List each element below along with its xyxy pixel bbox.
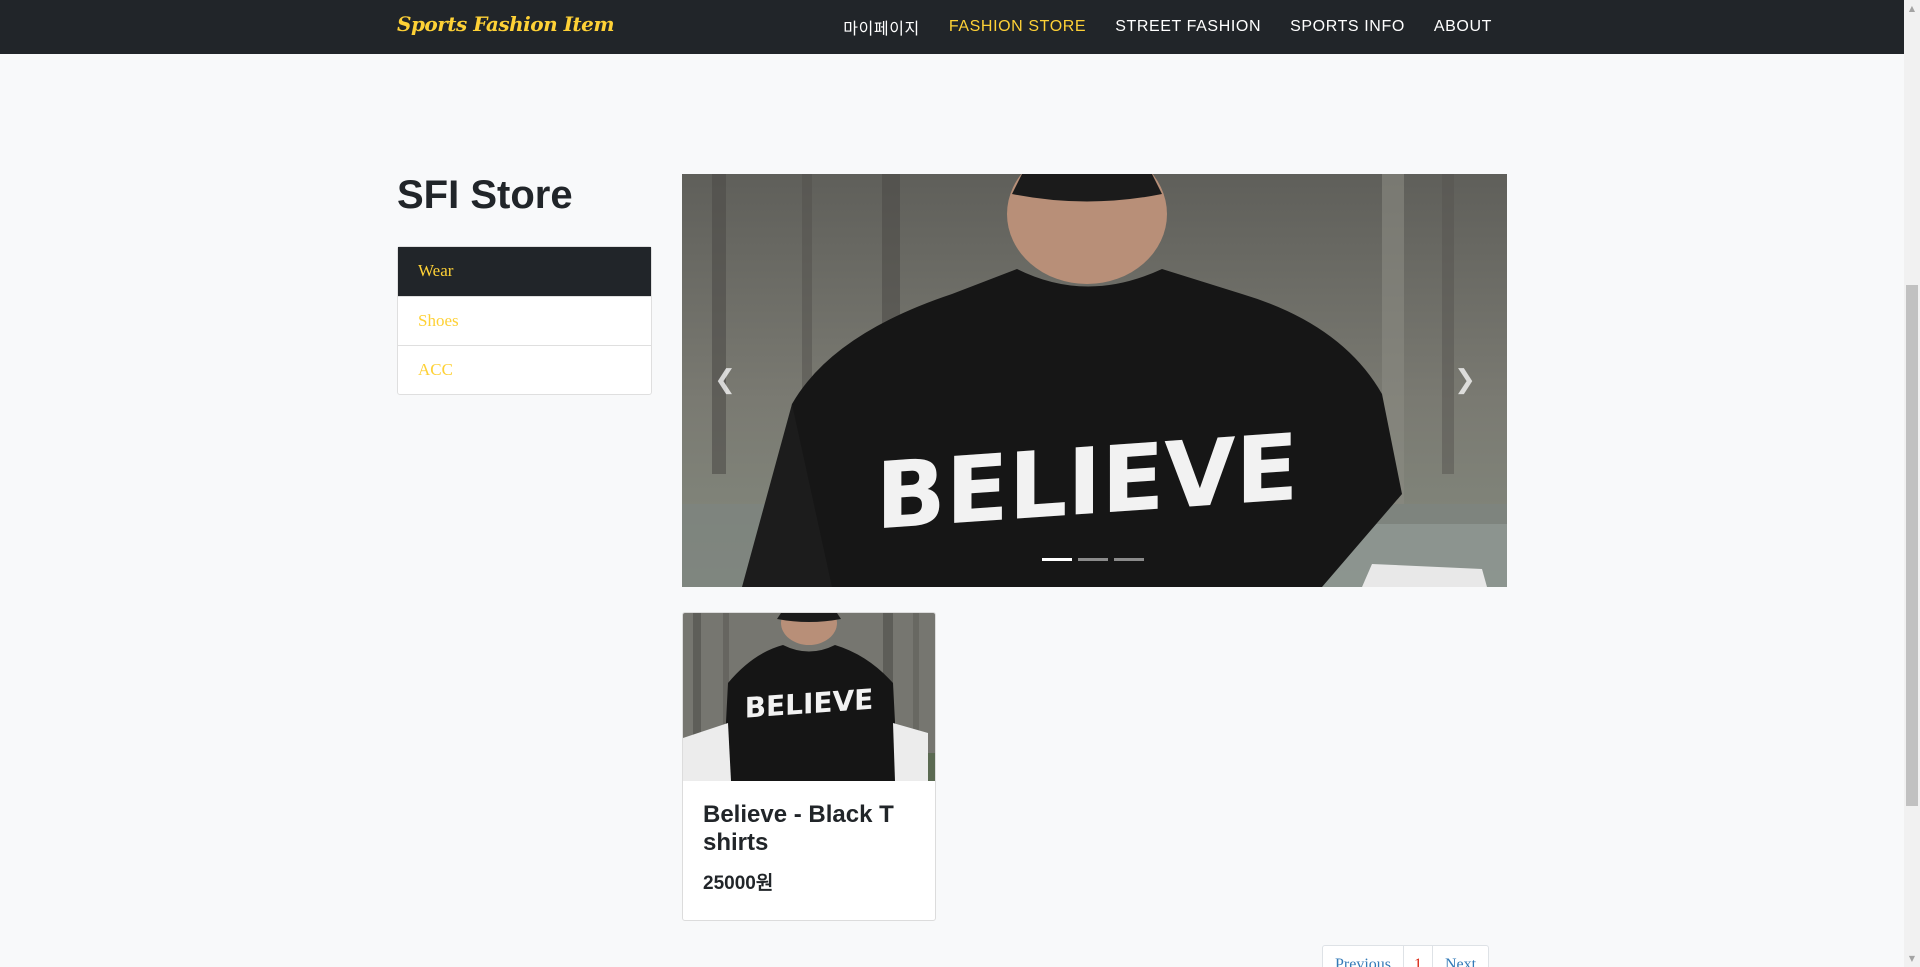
nav-link-street-fashion[interactable]: STREET FASHION [1115,18,1261,36]
product-carousel: BELIEVE ❮ ❯ [682,174,1507,587]
carousel-indicator[interactable] [1042,558,1072,561]
pagination-previous[interactable]: Previous [1323,946,1403,967]
category-item-acc[interactable]: ACC [398,345,651,394]
category-item-wear[interactable]: Wear [398,247,651,296]
scrollbar-thumb[interactable] [1906,285,1918,806]
nav-link-mypage[interactable]: 마이페이지 [843,15,920,39]
carousel-next-button[interactable]: ❯ [1445,355,1485,405]
chevron-right-icon: ❯ [1454,365,1476,395]
pagination: Previous 1 Next [1322,945,1490,967]
chevron-left-icon: ❮ [714,365,736,395]
nav-link-fashion-store[interactable]: FASHION STORE [949,18,1086,36]
category-list: Wear Shoes ACC [397,246,652,395]
scroll-down-arrow-icon[interactable]: ▼ [1904,950,1920,967]
page-title: SFI Store [397,173,573,217]
carousel-indicator[interactable] [1114,558,1144,561]
carousel-prev-button[interactable]: ❮ [705,355,745,405]
scroll-up-arrow-icon[interactable]: ▲ [1904,0,1920,17]
nav-links: 마이페이지 FASHION STORE STREET FASHION SPORT… [814,0,1492,54]
carousel-indicators [1042,558,1150,561]
carousel-slide-image: BELIEVE [682,174,1507,587]
product-image: BELIEVE [683,613,935,781]
top-navbar: Sports Fashion Item 마이페이지 FASHION STORE … [0,0,1904,54]
pagination-page-1[interactable]: 1 [1403,946,1432,967]
product-price: 25000원 [703,873,774,894]
carousel-indicator[interactable] [1078,558,1108,561]
category-item-shoes[interactable]: Shoes [398,296,651,345]
product-card[interactable]: BELIEVE Believe - Black T shirts 25000원 [682,612,936,921]
product-name[interactable]: Believe - Black T shirts [703,801,923,857]
brand-logo[interactable]: Sports Fashion Item [397,12,615,36]
nav-link-about[interactable]: ABOUT [1434,18,1492,36]
nav-link-sports-info[interactable]: SPORTS INFO [1290,18,1405,36]
vertical-scrollbar[interactable]: ▲ ▼ [1904,0,1920,967]
pagination-next[interactable]: Next [1432,946,1488,967]
